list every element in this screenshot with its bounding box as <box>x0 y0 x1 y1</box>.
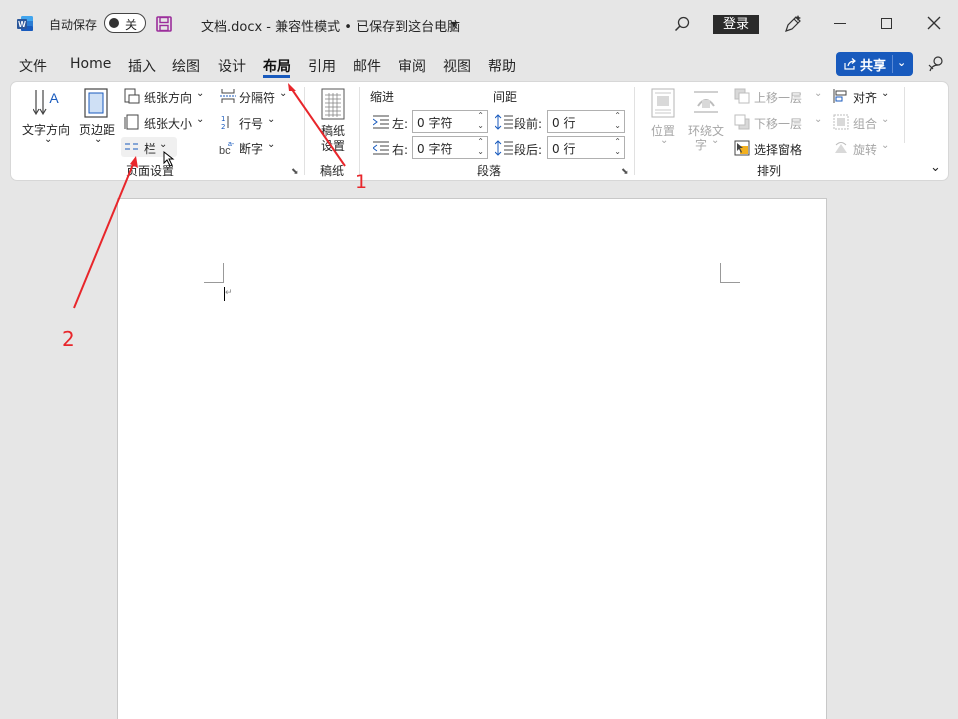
annotation-label-2: 2 <box>62 327 75 351</box>
annotation-label-1: 1 <box>355 171 368 193</box>
arrow-2 <box>73 156 138 309</box>
annotation-arrows <box>73 83 346 309</box>
arrow-1 <box>288 83 346 167</box>
